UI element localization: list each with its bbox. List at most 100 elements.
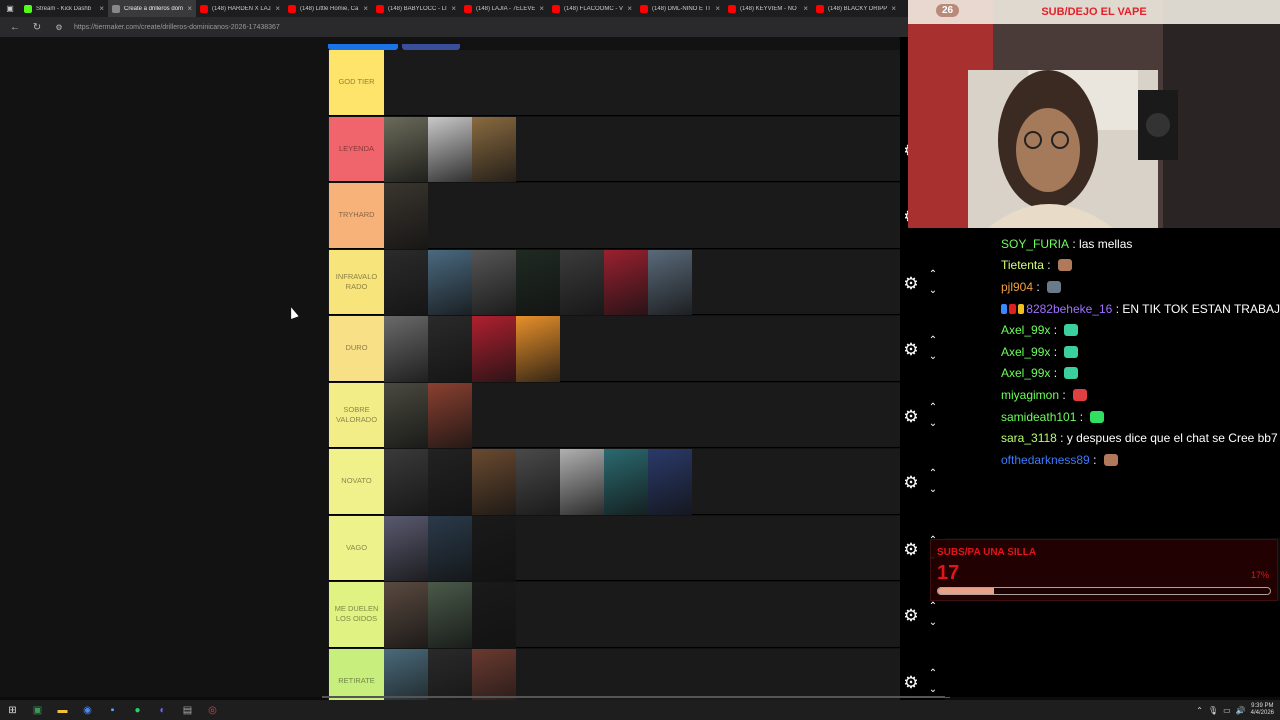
tier-label[interactable]: SOBRE VALORADO (329, 382, 384, 447)
move-up-icon[interactable]: ⌃ (926, 401, 940, 414)
chat-username[interactable]: samideath101 (1001, 410, 1076, 424)
chat-username[interactable]: 8282beheke_16 (1026, 302, 1112, 316)
browser-tab[interactable]: (148) KEYVIEM - NO × (724, 0, 812, 17)
tier-item-image[interactable] (604, 449, 648, 515)
tier-item-image[interactable] (384, 582, 428, 648)
file-explorer-icon[interactable]: ▬ (50, 700, 75, 720)
tier-item-image[interactable] (428, 316, 472, 382)
tier-label[interactable]: DURO (329, 316, 384, 381)
tier-item-image[interactable] (472, 249, 516, 315)
tier-item-image[interactable] (472, 515, 516, 581)
move-down-icon[interactable]: ⌄ (926, 616, 940, 629)
tab-close-icon[interactable]: × (275, 4, 280, 13)
tier-item-image[interactable] (472, 449, 516, 515)
tier-item-image[interactable] (384, 382, 428, 448)
camera-icon[interactable]: ▪ (100, 700, 125, 720)
app-blue-icon[interactable]: ◐ (150, 700, 175, 720)
move-down-icon[interactable]: ⌄ (926, 683, 940, 696)
start-icon[interactable]: ⊞ (0, 700, 25, 720)
tab-close-icon[interactable]: × (715, 4, 720, 13)
chrome-icon[interactable]: ◉ (75, 700, 100, 720)
tier-settings-gear-icon[interactable]: ⚙ (901, 474, 921, 491)
spotify-icon[interactable]: ● (125, 700, 150, 720)
browser-tab[interactable]: (148) FLACOOMC - V × (548, 0, 636, 17)
reload-icon[interactable]: ↻ (30, 22, 44, 33)
browser-tab[interactable]: (148) BLACKY DRIPP × (812, 0, 900, 17)
chat-username[interactable]: Axel_99x (1001, 345, 1050, 359)
tier-item-image[interactable] (516, 249, 560, 315)
tier-settings-gear-icon[interactable]: ⚙ (901, 607, 921, 624)
horizontal-scrollbar[interactable] (322, 696, 950, 698)
chat-username[interactable]: sara_3118 (1001, 431, 1057, 445)
move-up-icon[interactable]: ⌃ (926, 600, 940, 613)
tier-item-image[interactable] (516, 316, 560, 382)
mic-icon[interactable]: 🎙 (1208, 706, 1218, 715)
tier-label[interactable]: LEYENDA (329, 116, 384, 181)
chat-username[interactable]: SOY_FURIA (1001, 237, 1069, 251)
move-down-icon[interactable]: ⌄ (926, 284, 940, 297)
chat-username[interactable]: ofthedarkness89 (1001, 453, 1090, 467)
move-up-icon[interactable]: ⌃ (926, 667, 940, 680)
tier-item-image[interactable] (384, 183, 428, 249)
tier-item-image[interactable] (560, 449, 604, 515)
tier-item-image[interactable] (648, 249, 692, 315)
tier-item-image[interactable] (384, 449, 428, 515)
terminal-icon[interactable]: ▣ (25, 700, 50, 720)
tier-item-image[interactable] (604, 249, 648, 315)
tab-close-icon[interactable]: × (539, 4, 544, 13)
browser-tab[interactable]: (148) LAJIA - 7ELEVEN × (460, 0, 548, 17)
tier-item-image[interactable] (472, 582, 516, 648)
tier-settings-gear-icon[interactable]: ⚙ (901, 674, 921, 691)
move-up-icon[interactable]: ⌃ (926, 467, 940, 480)
move-up-icon[interactable]: ⌃ (926, 334, 940, 347)
tier-label[interactable]: NOVATO (329, 449, 384, 514)
tab-close-icon[interactable]: × (627, 4, 632, 13)
tier-item-image[interactable] (472, 116, 516, 182)
tier-label[interactable]: INFRAVALO RADO (329, 249, 384, 314)
tier-item-image[interactable] (428, 116, 472, 182)
tier-item-image[interactable] (384, 316, 428, 382)
tier-item-image[interactable] (428, 515, 472, 581)
tier-item-image[interactable] (428, 382, 472, 448)
move-up-icon[interactable]: ⌃ (926, 268, 940, 281)
clock[interactable]: 9:39 PM 4/4/2026 (1251, 703, 1274, 717)
network-icon[interactable]: ▭ (1223, 706, 1231, 715)
tab-close-icon[interactable]: × (99, 4, 104, 13)
tier-item-image[interactable] (384, 116, 428, 182)
tier-item-image[interactable] (428, 582, 472, 648)
url-field[interactable]: https://tiermaker.com/create/drilleros-d… (74, 24, 280, 31)
tab-close-icon[interactable]: × (451, 4, 456, 13)
move-down-icon[interactable]: ⌄ (926, 350, 940, 363)
chat-username[interactable]: miyagimon (1001, 388, 1059, 402)
tier-settings-gear-icon[interactable]: ⚙ (901, 341, 921, 358)
tray-chevron-icon[interactable]: ⌃ (1196, 706, 1203, 715)
chat-username[interactable]: Tietenta (1001, 258, 1044, 272)
chat-username[interactable]: Axel_99x (1001, 323, 1050, 337)
tier-settings-gear-icon[interactable]: ⚙ (901, 408, 921, 425)
back-icon[interactable]: ← (8, 22, 22, 33)
tab-close-icon[interactable]: × (891, 4, 896, 13)
chat-username[interactable]: Axel_99x (1001, 366, 1050, 380)
tier-settings-gear-icon[interactable]: ⚙ (901, 275, 921, 292)
tier-item-image[interactable] (428, 249, 472, 315)
browser-tab[interactable]: Stream - Kick Dashb × (20, 0, 108, 17)
browser-tab[interactable]: Create a drilleros dom × (108, 0, 196, 17)
browser-tab[interactable]: (148) HARDEN X LAJA × (196, 0, 284, 17)
chat-username[interactable]: pjl904 (1001, 280, 1033, 294)
browser-tab[interactable]: (148) DML-NIÑO E TI × (636, 0, 724, 17)
tier-label[interactable]: TRYHARD (329, 183, 384, 248)
tier-item-image[interactable] (384, 249, 428, 315)
tier-label[interactable]: VAGO (329, 515, 384, 580)
site-info-icon[interactable]: ⚙ (52, 23, 66, 32)
tier-item-image[interactable] (648, 449, 692, 515)
tier-settings-gear-icon[interactable]: ⚙ (901, 541, 921, 558)
tier-item-image[interactable] (428, 449, 472, 515)
move-down-icon[interactable]: ⌄ (926, 417, 940, 430)
tab-close-icon[interactable]: × (803, 4, 808, 13)
tab-close-icon[interactable]: × (187, 4, 192, 13)
window-menu-icon[interactable]: ▣ (0, 0, 20, 17)
tier-item-image[interactable] (516, 449, 560, 515)
app-gray-icon[interactable]: ▤ (175, 700, 200, 720)
tier-item-image[interactable] (384, 515, 428, 581)
browser-tab[interactable]: (148) BABYLOCC - LI × (372, 0, 460, 17)
